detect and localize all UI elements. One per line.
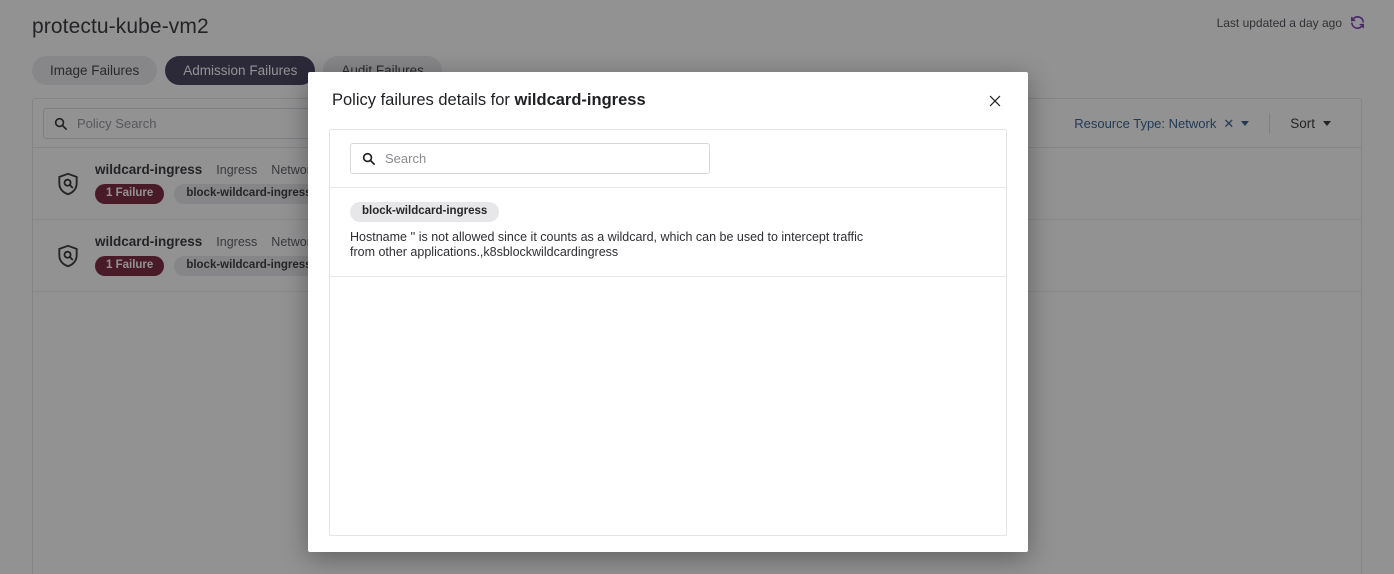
app-root: protectu-kube-vm2 Last updated a day ago… — [0, 0, 1394, 574]
modal-search-area — [330, 130, 1006, 188]
modal-search-input[interactable] — [350, 143, 710, 174]
modal-header: Policy failures details for wildcard-ing… — [308, 72, 1028, 129]
modal-title-target: wildcard-ingress — [514, 91, 646, 109]
modal-title: Policy failures details for wildcard-ing… — [332, 91, 646, 110]
policy-badge: block-wildcard-ingress — [350, 202, 500, 222]
policy-failure-details-modal: Policy failures details for wildcard-ing… — [308, 72, 1028, 552]
modal-title-prefix: Policy failures details for — [332, 91, 515, 109]
modal-panel: block-wildcard-ingress Hostname '' is no… — [329, 129, 1007, 536]
list-item: block-wildcard-ingress Hostname '' is no… — [330, 188, 1006, 278]
failure-message: Hostname '' is not allowed since it coun… — [350, 229, 864, 260]
search-icon — [361, 151, 376, 166]
modal-detail-list: block-wildcard-ingress Hostname '' is no… — [330, 188, 1006, 535]
modal-search — [350, 143, 710, 174]
close-icon[interactable] — [984, 90, 1006, 112]
